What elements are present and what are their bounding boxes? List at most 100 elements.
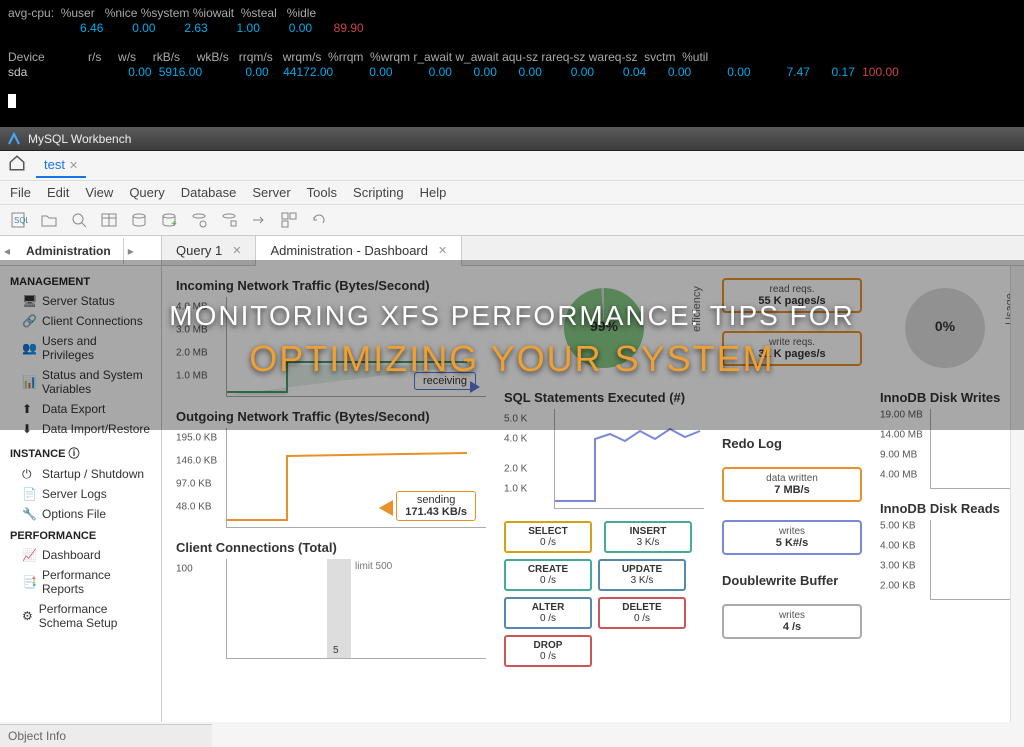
sidebar-item-logs[interactable]: 📄Server Logs [0, 484, 161, 504]
menu-bar: File Edit View Query Database Server Too… [0, 181, 1024, 205]
sidebar-hdr-instance: INSTANCE ⓘ [0, 439, 161, 464]
sidebar-item-perf-dash[interactable]: 📈Dashboard [0, 545, 161, 565]
users-icon: 👥 [22, 341, 36, 355]
chart-disk-writes: InnoDB Disk Writes 19.00 MB 14.00 MB 9.0… [880, 390, 1010, 489]
logs-icon: 📄 [22, 487, 36, 501]
sidebar-item-perf-reports[interactable]: 📑Performance Reports [0, 565, 161, 599]
sidebar-item-data-export[interactable]: ⬆Data Export [0, 399, 161, 419]
svg-text:+: + [171, 219, 177, 229]
close-icon[interactable]: ✕ [69, 160, 78, 172]
stat-alter: ALTER0 /s [504, 597, 592, 629]
connection-tabs: test✕ [0, 151, 1024, 181]
object-info-panel[interactable]: Object Info [0, 724, 212, 747]
sql-stat-grid: SELECT0 /s INSERT3 K/s CREATE0 /s UPDATE… [504, 521, 704, 667]
badge-read-reqs: read reqs.55 K pages/s [722, 278, 862, 313]
redo-log-title: Redo Log [722, 436, 862, 451]
stat-select: SELECT0 /s [504, 521, 592, 553]
sidebar-item-data-import[interactable]: ⬇Data Import/Restore [0, 419, 161, 439]
gauge-efficiency: 99% efficiency [504, 278, 704, 378]
sidebar-item-client-conn[interactable]: 🔗Client Connections [0, 311, 161, 331]
badge-sending: sending171.43 KB/s [396, 491, 476, 521]
svg-text:SQL: SQL [14, 216, 28, 225]
badge-dwb-writes: writes4 /s [722, 604, 862, 639]
home-tab[interactable] [8, 154, 26, 177]
window-titlebar[interactable]: MySQL Workbench [0, 127, 1024, 151]
chart-net-out: Outgoing Network Traffic (Bytes/Second) … [176, 409, 486, 528]
badge-redo-writes: writes5 K#/s [722, 520, 862, 555]
tool-inspector-icon[interactable] [68, 209, 90, 231]
stat-insert: INSERT3 K/s [604, 521, 692, 553]
vars-icon: 📊 [22, 375, 36, 389]
terminal-cursor [8, 94, 16, 108]
menu-edit[interactable]: Edit [47, 185, 69, 200]
tool-db-add-icon[interactable]: + [158, 209, 180, 231]
right-panel-collapsed[interactable] [1010, 266, 1024, 722]
menu-help[interactable]: Help [420, 185, 447, 200]
tool-reconnect-icon[interactable] [308, 209, 330, 231]
menu-tools[interactable]: Tools [307, 185, 337, 200]
tool-table-icon[interactable] [98, 209, 120, 231]
stat-update: UPDATE3 K/s [598, 559, 686, 591]
badge-receiving: receiving [414, 372, 476, 390]
menu-file[interactable]: File [10, 185, 31, 200]
close-icon[interactable]: ✕ [438, 244, 447, 257]
window-title: MySQL Workbench [28, 132, 131, 146]
power-icon: ⏻ [22, 467, 36, 481]
sidebar-hdr-performance: PERFORMANCE [0, 524, 161, 545]
sidebar-item-server-status[interactable]: 🖥Server Status [0, 291, 161, 311]
sidebar-tab-admin[interactable]: Administration [14, 238, 124, 264]
limit-bar [327, 559, 351, 658]
menu-view[interactable]: View [85, 185, 113, 200]
badge-redo-data: data written7 MB/s [722, 467, 862, 502]
sidebar-item-startup[interactable]: ⏻Startup / Shutdown [0, 464, 161, 484]
export-icon: ⬆ [22, 402, 36, 416]
gear-icon: ⚙ [22, 609, 33, 623]
dashboard-pane: Incoming Network Traffic (Bytes/Second) … [162, 266, 1024, 722]
menu-scripting[interactable]: Scripting [353, 185, 404, 200]
chart-net-in: Incoming Network Traffic (Bytes/Second) … [176, 278, 486, 397]
toolbar: SQL + [0, 205, 1024, 236]
tab-query1[interactable]: Query 1✕ [162, 236, 256, 265]
menu-server[interactable]: Server [252, 185, 290, 200]
chart-disk-reads: InnoDB Disk Reads 5.00 KB 4.00 KB 3.00 K… [880, 501, 1010, 600]
sidebar-item-perf-schema[interactable]: ⚙Performance Schema Setup [0, 599, 161, 633]
tool-new-sql-icon[interactable]: SQL [8, 209, 30, 231]
sidebar-hdr-management: MANAGEMENT [0, 270, 161, 291]
limit-label: limit 500 [355, 561, 392, 572]
terminal-iostat: avg-cpu: %user %nice %system %iowait %st… [0, 0, 1024, 127]
editor-tabs: Query 1✕ Administration - Dashboard✕ [162, 236, 1024, 266]
tool-db-icon[interactable] [128, 209, 150, 231]
menu-database[interactable]: Database [181, 185, 237, 200]
tool-migrate-icon[interactable] [248, 209, 270, 231]
chart-client-conns: Client Connections (Total) 100 limit 500… [176, 540, 486, 659]
sidebar-item-options[interactable]: 🔧Options File [0, 504, 161, 524]
tool-db-search-icon[interactable] [188, 209, 210, 231]
tool-dashboard-icon[interactable] [278, 209, 300, 231]
badge-write-reqs: write reqs.31 K pages/s [722, 331, 862, 366]
sidebar: ◂ Administration ▸ MANAGEMENT 🖥Server St… [0, 236, 162, 722]
dwb-title: Doublewrite Buffer [722, 573, 862, 588]
wrench-icon: 🔧 [22, 507, 36, 521]
conn-value: 5 [333, 645, 339, 656]
close-icon[interactable]: ✕ [232, 244, 241, 257]
import-icon: ⬇ [22, 422, 36, 436]
app-icon [6, 131, 22, 147]
sidebar-expand-icon[interactable]: ▸ [124, 244, 138, 258]
chart-sql-exec: SQL Statements Executed (#) 5.0 K 4.0 K … [504, 390, 704, 509]
tool-open-sql-icon[interactable] [38, 209, 60, 231]
server-icon: 🖥 [22, 294, 36, 308]
sidebar-item-users[interactable]: 👥Users and Privileges [0, 331, 161, 365]
gauge-icon: 📈 [22, 548, 36, 562]
stat-delete: DELETE0 /s [598, 597, 686, 629]
stat-create: CREATE0 /s [504, 559, 592, 591]
stat-drop: DROP0 /s [504, 635, 592, 667]
tool-db-manage-icon[interactable] [218, 209, 240, 231]
report-icon: 📑 [22, 575, 36, 589]
sidebar-collapse-icon[interactable]: ◂ [0, 244, 14, 258]
menu-query[interactable]: Query [129, 185, 164, 200]
connections-icon: 🔗 [22, 314, 36, 328]
tab-admin-dashboard[interactable]: Administration - Dashboard✕ [256, 236, 462, 266]
connection-tab-test[interactable]: test✕ [36, 153, 86, 178]
gauge-usage: 0% Usage [880, 278, 1010, 378]
sidebar-item-status-vars[interactable]: 📊Status and System Variables [0, 365, 161, 399]
